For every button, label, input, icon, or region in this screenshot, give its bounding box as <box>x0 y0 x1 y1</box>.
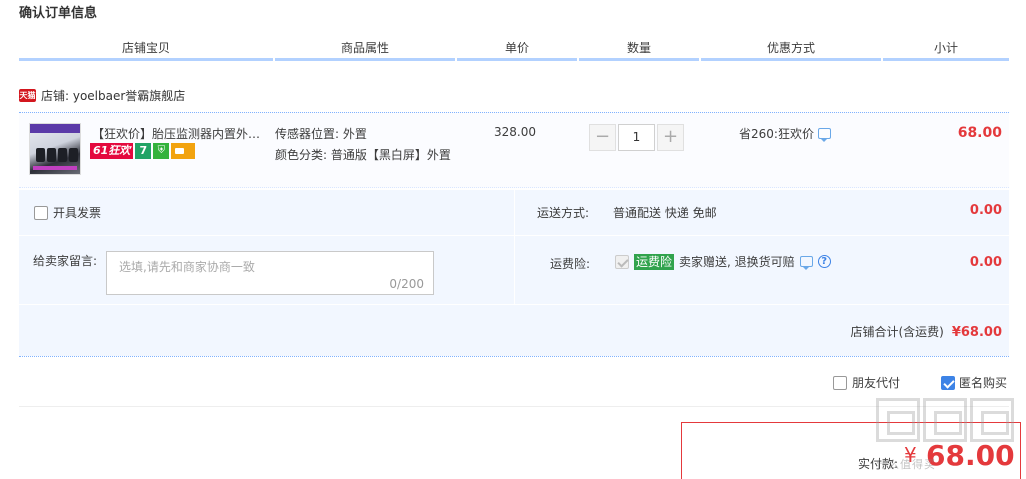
attr-sensor-position: 传感器位置: 外置 <box>275 127 367 141</box>
col-header-attributes: 商品属性 <box>275 38 455 61</box>
insurance-tag: 运费险 <box>634 253 675 270</box>
order-options: 开具发票 给卖家留言: 选填,请先和商家协商一致 0/200 运送方式: 普通配… <box>19 190 1009 357</box>
shipping-fee: 0.00 <box>969 203 1002 218</box>
tmall-badge-icon: 天猫 <box>19 88 36 102</box>
credit-card-icon <box>171 143 196 159</box>
shipping-label: 运送方式: <box>537 206 590 220</box>
promo-tags: 61狂欢 7 ⛨ <box>90 143 196 159</box>
help-icon[interactable]: ? <box>817 255 831 268</box>
discount-text: 省260:狂欢价 <box>739 127 814 141</box>
message-label: 给卖家留言: <box>33 254 98 268</box>
anonymous-checkbox[interactable] <box>941 375 955 390</box>
comment-icon[interactable] <box>799 256 813 270</box>
col-header-discount: 优惠方式 <box>701 38 881 61</box>
anonymous-label: 匿名购买 <box>959 376 1008 390</box>
watermark-logo-icon <box>876 398 1014 442</box>
insurance-text: 卖家赠送, 退换货可赔 <box>679 255 795 269</box>
insurance-label: 运费险: <box>550 257 591 271</box>
shop-total: 店铺合计(含运费) ¥68.00 <box>850 323 1002 340</box>
friend-pay-checkbox[interactable] <box>833 375 847 390</box>
invoice-label: 开具发票 <box>53 206 102 220</box>
seven-day-return-icon: 7 <box>135 143 152 159</box>
shipping-method: 普通配送 快递 免邮 <box>613 206 717 220</box>
insurance-checkbox <box>615 254 629 269</box>
comment-icon[interactable] <box>817 128 831 142</box>
watermark-text: 什么值得买 <box>876 458 936 471</box>
friend-pay-option[interactable]: 朋友代付 <box>833 374 900 391</box>
message-char-count: 0/200 <box>389 277 424 291</box>
seller-message-input[interactable]: 选填,请先和商家协商一致 0/200 <box>106 251 434 295</box>
shop-name[interactable]: 店铺: yoelbaer誉霸旗舰店 <box>41 87 185 104</box>
attr-color-category: 颜色分类: 普通版【黑白屏】外置 <box>275 148 451 162</box>
guarantee-shield-icon: ⛨ <box>153 143 170 159</box>
product-title[interactable]: 【狂欢价】胎压监测器内置外置无线高精度汽车轮胎检测太阳能 <box>92 125 272 142</box>
quantity-input[interactable]: 1 <box>618 123 655 151</box>
insurance-info: 运费险 卖家赠送, 退换货可赔 ? <box>615 253 831 270</box>
page-title: 确认订单信息 <box>19 6 98 21</box>
col-header-quantity: 数量 <box>579 38 699 61</box>
friend-pay-label: 朋友代付 <box>852 376 901 390</box>
order-table-header: 店铺宝贝 商品属性 单价 数量 优惠方式 小计 <box>19 38 1009 61</box>
invoice-checkbox[interactable] <box>34 205 48 220</box>
quantity-stepper: − 1 + <box>589 123 684 151</box>
discount-info: 省260:狂欢价 <box>739 125 831 142</box>
product-thumbnail[interactable] <box>29 123 81 175</box>
anonymous-purchase-option[interactable]: 匿名购买 <box>941 374 1007 391</box>
invoice-option[interactable]: 开具发票 <box>34 204 101 221</box>
increase-quantity-button[interactable]: + <box>657 123 684 151</box>
promo-61-tag: 61狂欢 <box>90 143 134 159</box>
shop-total-value: ¥68.00 <box>951 325 1002 340</box>
col-header-subtotal: 小计 <box>883 38 1009 61</box>
col-header-item: 店铺宝贝 <box>19 38 273 61</box>
decrease-quantity-button[interactable]: − <box>589 123 616 151</box>
insurance-fee: 0.00 <box>969 255 1002 270</box>
message-placeholder: 选填,请先和商家协商一致 <box>119 260 255 274</box>
shop-info: 天猫 店铺: yoelbaer誉霸旗舰店 <box>19 86 185 104</box>
payment-amount: 68.00 <box>926 439 1015 472</box>
order-item-row: 【狂欢价】胎压监测器内置外置无线高精度汽车轮胎检测太阳能 61狂欢 7 ⛨ 传感… <box>19 112 1009 188</box>
col-header-unit-price: 单价 <box>457 38 577 61</box>
shop-total-label: 店铺合计(含运费) <box>850 325 944 339</box>
unit-price: 328.00 <box>494 125 536 139</box>
item-subtotal: 68.00 <box>957 125 1002 141</box>
